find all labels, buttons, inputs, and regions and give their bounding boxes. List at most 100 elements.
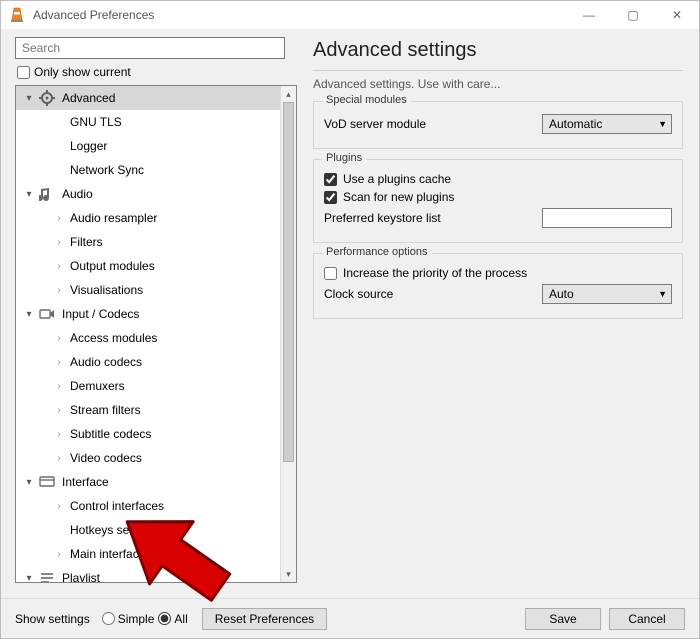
chevron-down-icon[interactable]: ▾: [22, 93, 36, 104]
tree-item[interactable]: ›Demuxers: [16, 374, 280, 398]
tree-item[interactable]: ›Output modules: [16, 254, 280, 278]
only-show-current[interactable]: Only show current: [17, 65, 301, 79]
minimize-button[interactable]: —: [567, 1, 611, 29]
tree-cat-interface[interactable]: ▾ Interface: [16, 470, 280, 494]
use-plugins-cache-checkbox[interactable]: [324, 173, 337, 186]
chevron-down-icon: ▼: [658, 119, 667, 129]
tree-item[interactable]: ›Audio resampler: [16, 206, 280, 230]
tree-cat-label: Playlist: [62, 571, 100, 582]
chevron-right-icon[interactable]: ›: [54, 237, 64, 248]
right-pane: Advanced settings Advanced settings. Use…: [301, 29, 699, 598]
group-legend: Special modules: [322, 94, 411, 106]
save-button[interactable]: Save: [525, 608, 601, 630]
tree-cat-playlist[interactable]: ▾ Playlist: [16, 566, 280, 582]
tree-cat-label: Advanced: [62, 91, 115, 105]
client-area: Only show current ▾ Advanced GNU TLS Log…: [1, 29, 699, 598]
chevron-right-icon[interactable]: ›: [54, 261, 64, 272]
app-icon: [7, 5, 27, 25]
footer-left: Show settings Simple All Reset Preferenc…: [15, 608, 327, 630]
scroll-up-icon[interactable]: ▴: [281, 86, 296, 102]
only-show-current-label: Only show current: [34, 65, 131, 79]
footer: Show settings Simple All Reset Preferenc…: [1, 598, 699, 638]
chevron-down-icon[interactable]: ▾: [22, 573, 36, 583]
chevron-right-icon[interactable]: ›: [54, 333, 64, 344]
keystore-label: Preferred keystore list: [324, 211, 441, 225]
tree-cat-input-codecs[interactable]: ▾ Input / Codecs: [16, 302, 280, 326]
page-title: Advanced settings: [313, 39, 683, 62]
tree-item[interactable]: ›Control interfaces: [16, 494, 280, 518]
cancel-button[interactable]: Cancel: [609, 608, 685, 630]
tree-item[interactable]: ›Main interfaces: [16, 542, 280, 566]
chevron-right-icon[interactable]: ›: [54, 453, 64, 464]
chevron-down-icon[interactable]: ▾: [22, 189, 36, 200]
vod-server-label: VoD server module: [324, 117, 426, 131]
scan-new-plugins-row[interactable]: Scan for new plugins: [324, 190, 672, 204]
gear-icon: [38, 89, 56, 107]
use-plugins-cache-label: Use a plugins cache: [343, 172, 451, 186]
group-plugins: Plugins Use a plugins cache Scan for new…: [313, 159, 683, 243]
left-pane: Only show current ▾ Advanced GNU TLS Log…: [1, 29, 301, 598]
footer-right: Save Cancel: [525, 608, 685, 630]
titlebar: Advanced Preferences — ▢ ✕: [1, 1, 699, 29]
show-all-radio[interactable]: [158, 612, 171, 625]
show-all-option[interactable]: All: [158, 612, 187, 626]
maximize-button[interactable]: ▢: [611, 1, 655, 29]
tree-item[interactable]: ›Filters: [16, 230, 280, 254]
vod-server-combo[interactable]: Automatic ▼: [542, 114, 672, 134]
chevron-down-icon[interactable]: ▾: [22, 477, 36, 488]
reset-preferences-button[interactable]: Reset Preferences: [202, 608, 327, 630]
close-button[interactable]: ✕: [655, 1, 699, 29]
tree-item[interactable]: ›Access modules: [16, 326, 280, 350]
chevron-right-icon[interactable]: ›: [54, 405, 64, 416]
tree-item[interactable]: Hotkeys settings: [16, 518, 280, 542]
group-legend: Performance options: [322, 246, 432, 258]
tree-item[interactable]: GNU TLS: [16, 110, 280, 134]
tree-item[interactable]: Network Sync: [16, 158, 280, 182]
show-settings-label: Show settings: [15, 612, 90, 626]
clock-source-combo[interactable]: Auto ▼: [542, 284, 672, 304]
tree-cat-advanced[interactable]: ▾ Advanced: [16, 86, 280, 110]
only-show-current-checkbox[interactable]: [17, 66, 30, 79]
scan-new-plugins-label: Scan for new plugins: [343, 190, 454, 204]
chevron-right-icon[interactable]: ›: [54, 213, 64, 224]
show-simple-option[interactable]: Simple: [102, 612, 155, 626]
interface-icon: [38, 473, 56, 491]
preferences-window: Advanced Preferences — ▢ ✕ Only show cur…: [0, 0, 700, 639]
audio-icon: [38, 185, 56, 203]
tree-item[interactable]: ›Visualisations: [16, 278, 280, 302]
tree-scrollbar[interactable]: ▴ ▾: [280, 86, 296, 582]
group-performance: Performance options Increase the priorit…: [313, 253, 683, 319]
group-legend: Plugins: [322, 152, 366, 164]
chevron-right-icon[interactable]: ›: [54, 357, 64, 368]
increase-priority-label: Increase the priority of the process: [343, 266, 527, 280]
tree-item[interactable]: ›Video codecs: [16, 446, 280, 470]
scrollbar-thumb[interactable]: [283, 102, 294, 462]
scroll-down-icon[interactable]: ▾: [281, 566, 296, 582]
show-simple-radio[interactable]: [102, 612, 115, 625]
clock-source-label: Clock source: [324, 287, 393, 301]
settings-tree: ▾ Advanced GNU TLS Logger Network Sync ▾…: [15, 85, 297, 583]
keystore-input[interactable]: [542, 208, 672, 228]
combo-value: Auto: [549, 287, 574, 301]
chevron-right-icon[interactable]: ›: [54, 549, 64, 560]
tree-item[interactable]: ›Subtitle codecs: [16, 422, 280, 446]
chevron-right-icon[interactable]: ›: [54, 429, 64, 440]
chevron-right-icon[interactable]: ›: [54, 285, 64, 296]
tree-item[interactable]: ›Audio codecs: [16, 350, 280, 374]
group-special-modules: Special modules VoD server module Automa…: [313, 101, 683, 149]
chevron-right-icon[interactable]: ›: [54, 381, 64, 392]
increase-priority-row[interactable]: Increase the priority of the process: [324, 266, 672, 280]
increase-priority-checkbox[interactable]: [324, 267, 337, 280]
use-plugins-cache-row[interactable]: Use a plugins cache: [324, 172, 672, 186]
tree-item[interactable]: ›Stream filters: [16, 398, 280, 422]
chevron-down-icon: ▼: [658, 289, 667, 299]
chevron-down-icon[interactable]: ▾: [22, 309, 36, 320]
playlist-icon: [38, 569, 56, 582]
chevron-right-icon[interactable]: ›: [54, 501, 64, 512]
tree-item[interactable]: Logger: [16, 134, 280, 158]
input-icon: [38, 305, 56, 323]
window-title: Advanced Preferences: [33, 8, 567, 22]
scan-new-plugins-checkbox[interactable]: [324, 191, 337, 204]
search-input[interactable]: [15, 37, 285, 59]
tree-cat-audio[interactable]: ▾ Audio: [16, 182, 280, 206]
